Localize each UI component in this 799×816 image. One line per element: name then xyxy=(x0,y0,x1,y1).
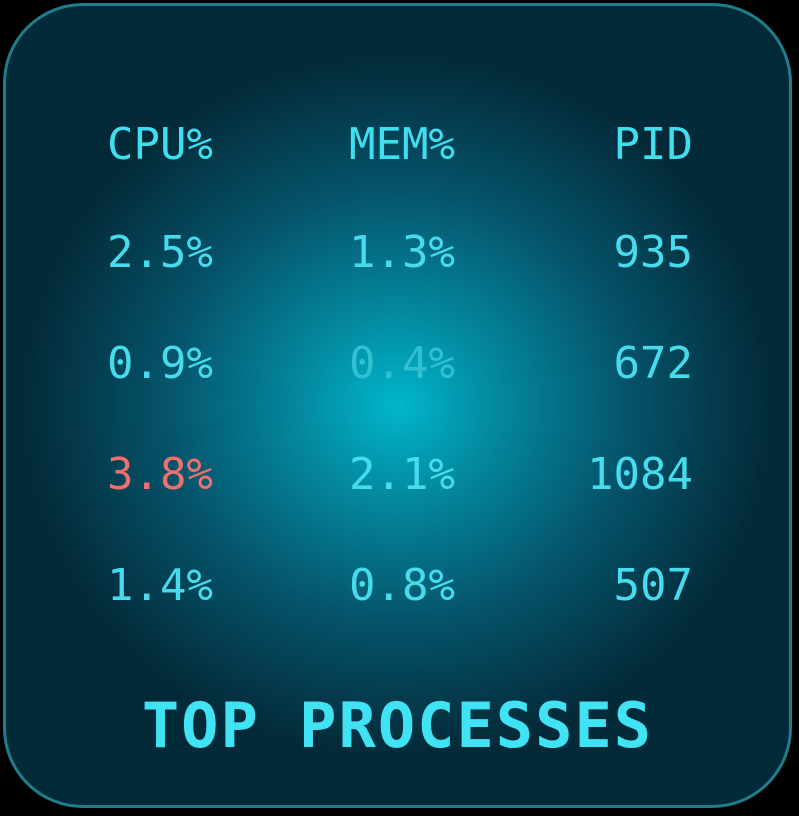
column-header-pid: PID xyxy=(613,119,693,170)
cpu-value: 2.5% xyxy=(107,227,213,278)
process-row: 3.8% 2.1% 1084 xyxy=(6,445,789,505)
process-row: 0.9% 0.4% 672 xyxy=(6,334,789,394)
top-processes-widget: CPU% MEM% PID 2.5% 1.3% 935 0.9% 0.4% 67… xyxy=(3,3,792,808)
column-header-row: CPU% MEM% PID xyxy=(6,115,789,175)
column-header-cpu: CPU% xyxy=(107,119,213,170)
process-row: 1.4% 0.8% 507 xyxy=(6,556,789,616)
mem-value: 0.4% xyxy=(349,338,455,389)
pid-value: 507 xyxy=(613,560,693,611)
pid-value: 935 xyxy=(613,227,693,278)
widget-title: TOP PROCESSES xyxy=(141,689,654,762)
process-row: 2.5% 1.3% 935 xyxy=(6,223,789,283)
column-header-mem: MEM% xyxy=(349,119,455,170)
cpu-value-high: 3.8% xyxy=(107,449,213,500)
cpu-value: 0.9% xyxy=(107,338,213,389)
cpu-value: 1.4% xyxy=(107,560,213,611)
pid-value: 1084 xyxy=(587,449,693,500)
mem-value: 1.3% xyxy=(349,227,455,278)
mem-value: 2.1% xyxy=(349,449,455,500)
mem-value: 0.8% xyxy=(349,560,455,611)
pid-value: 672 xyxy=(613,338,693,389)
